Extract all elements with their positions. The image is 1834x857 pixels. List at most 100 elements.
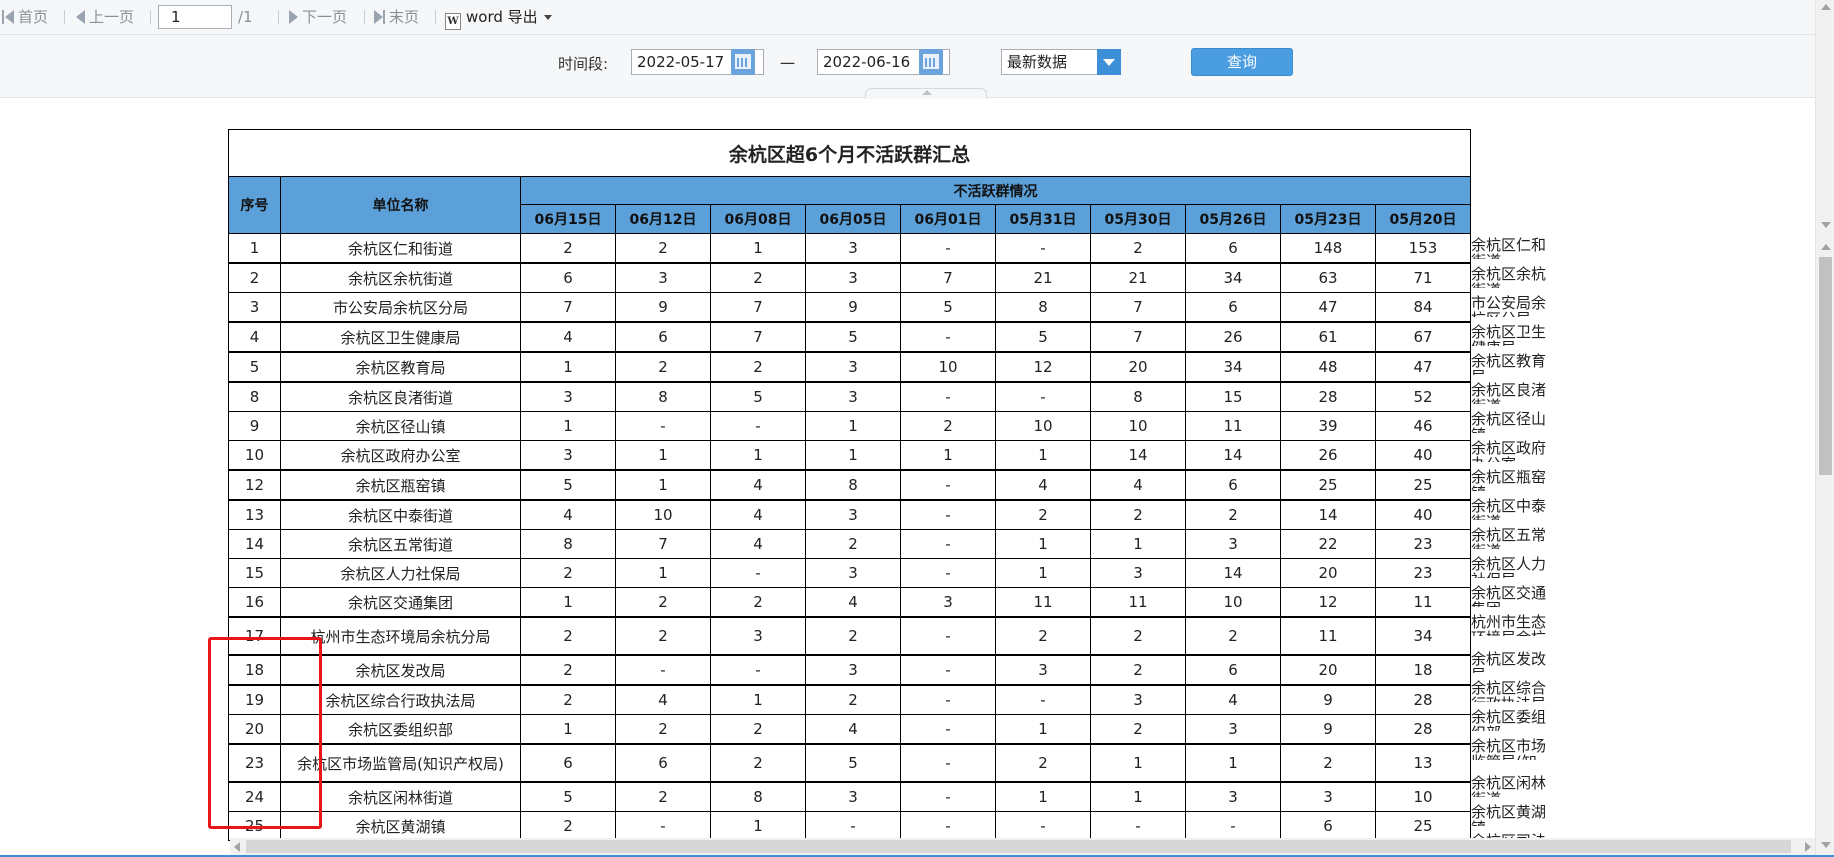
count-cell: 1 bbox=[520, 351, 616, 383]
count-cell: 3 bbox=[710, 616, 806, 656]
count-cell: 7 bbox=[900, 262, 996, 293]
count-cell: 3 bbox=[805, 381, 901, 412]
scroll-down-icon[interactable] bbox=[1821, 842, 1831, 848]
count-cell: - bbox=[995, 684, 1091, 715]
count-cell: 4 bbox=[710, 499, 806, 530]
dropdown-arrow-icon[interactable] bbox=[1097, 49, 1121, 75]
count-cell: 25 bbox=[1280, 469, 1376, 501]
count-cell: 4 bbox=[710, 469, 806, 501]
horizontal-scroll-thumb[interactable] bbox=[246, 840, 1791, 853]
table-row: 5 余杭区教育局 1 2 2 3 10 12 20 34 48 47 bbox=[228, 351, 1471, 383]
count-cell: 4 bbox=[805, 714, 901, 745]
count-cell: 1 bbox=[520, 714, 616, 745]
count-cell: 6 bbox=[615, 743, 711, 783]
table-row: 8 余杭区良渚街道 3 8 5 3- -8 15 28 52 bbox=[228, 381, 1471, 412]
word-export-button[interactable]: Wword 导出 bbox=[445, 7, 552, 30]
count-cell: 34 bbox=[1185, 351, 1281, 383]
data-type-select[interactable]: 最新数据 bbox=[1001, 49, 1103, 75]
count-cell: 28 bbox=[1375, 684, 1471, 715]
count-cell: 2 bbox=[520, 811, 616, 841]
column-header-unit: 单位名称 bbox=[280, 176, 521, 234]
count-cell: 2 bbox=[1185, 499, 1281, 530]
count-cell: 52 bbox=[1375, 381, 1471, 412]
row-index-cell: 14 bbox=[228, 529, 281, 559]
scroll-up-icon[interactable] bbox=[1821, 4, 1831, 10]
count-cell: 2 bbox=[615, 714, 711, 745]
count-cell: 1 bbox=[520, 411, 616, 441]
count-cell: 25 bbox=[1375, 469, 1471, 501]
count-cell: 2 bbox=[710, 587, 806, 618]
count-cell: 10 bbox=[1375, 781, 1471, 812]
first-page-button[interactable]: 首页 bbox=[2, 7, 48, 27]
column-group-header: 不活跃群情况 bbox=[520, 176, 1471, 205]
count-cell: 8 bbox=[805, 469, 901, 501]
unit-name-cell: 余杭区市场监管局(知识产权局) bbox=[280, 743, 521, 783]
count-cell: 1 bbox=[1090, 529, 1186, 559]
next-page-button[interactable]: 下一页 bbox=[289, 7, 347, 27]
table-row: 14 余杭区五常街道 8 7 4 2-1 1 3 22 23 bbox=[228, 529, 1471, 559]
count-cell: 3 bbox=[520, 381, 616, 412]
count-cell: - bbox=[805, 811, 901, 841]
scroll-left-icon[interactable] bbox=[234, 842, 240, 852]
overflow-unit-name: 杭州市生态环境局余杭分局 bbox=[1471, 614, 1547, 636]
count-cell: 23 bbox=[1375, 529, 1471, 559]
count-cell: 10 bbox=[995, 411, 1091, 441]
count-cell: - bbox=[900, 616, 996, 656]
overflow-unit-name: 余杭区五常街道 bbox=[1471, 527, 1547, 549]
toolbar-divider bbox=[64, 10, 65, 24]
count-cell: 28 bbox=[1280, 381, 1376, 412]
count-cell: 1 bbox=[995, 558, 1091, 588]
count-cell: 2 bbox=[520, 684, 616, 715]
row-index-cell: 19 bbox=[228, 684, 281, 715]
count-cell: 10 bbox=[1185, 587, 1281, 618]
table-row: 15 余杭区人力社保局 2 1-3-1 3 14 20 23 bbox=[228, 558, 1471, 588]
collapse-filter-toggle[interactable] bbox=[865, 88, 987, 99]
count-cell: 11 bbox=[1280, 616, 1376, 656]
row-index-cell: 16 bbox=[228, 587, 281, 618]
scroll-right-icon[interactable] bbox=[1805, 842, 1811, 852]
column-header-date: 05月20日 bbox=[1375, 204, 1471, 234]
toolbar-divider bbox=[364, 10, 365, 24]
count-cell: 1 bbox=[615, 440, 711, 471]
prev-page-button[interactable]: 上一页 bbox=[76, 7, 134, 27]
page-total: /1 bbox=[238, 8, 253, 26]
count-cell: 14 bbox=[1280, 499, 1376, 530]
table-row: 19 余杭区综合行政执法局 2 4 1 2- -3 4 9 28 bbox=[228, 684, 1471, 715]
table-row: 16 余杭区交通集团 1 2 2 4 3 11 11 10 12 11 bbox=[228, 587, 1471, 618]
end-calendar-icon[interactable] bbox=[919, 49, 943, 75]
first-page-icon bbox=[2, 10, 4, 24]
count-cell: 1 bbox=[520, 587, 616, 618]
vertical-scroll-thumb[interactable] bbox=[1819, 257, 1832, 475]
unit-name-cell: 余杭区委组织部 bbox=[280, 714, 521, 745]
count-cell: 1 bbox=[615, 469, 711, 501]
row-index-cell: 8 bbox=[228, 381, 281, 412]
row-index-cell: 4 bbox=[228, 321, 281, 353]
scroll-down-icon[interactable] bbox=[1821, 222, 1831, 228]
count-cell: - bbox=[710, 558, 806, 588]
count-cell: 2 bbox=[805, 529, 901, 559]
unit-name-cell: 余杭区仁和街道 bbox=[280, 233, 521, 264]
table-row: 12 余杭区瓶窑镇 5 1 4 8-4 4 6 25 25 bbox=[228, 469, 1471, 501]
table-row: 23 余杭区市场监管局(知识产权局) 6 6 2 5-2 1 1 2 13 bbox=[228, 743, 1471, 783]
page-number-input[interactable] bbox=[158, 5, 232, 29]
count-cell: 9 bbox=[1280, 684, 1376, 715]
count-cell: 11 bbox=[995, 587, 1091, 618]
column-header-date: 05月26日 bbox=[1185, 204, 1281, 234]
count-cell: 39 bbox=[1280, 411, 1376, 441]
horizontal-scrollbar[interactable] bbox=[230, 838, 1815, 855]
row-index-cell: 15 bbox=[228, 558, 281, 588]
count-cell: 7 bbox=[710, 292, 806, 323]
last-page-button[interactable]: 末页 bbox=[374, 7, 419, 27]
count-cell: 4 bbox=[615, 684, 711, 715]
count-cell: 8 bbox=[710, 781, 806, 812]
count-cell: 2 bbox=[615, 351, 711, 383]
overflow-unit-name: 市公安局余杭区分局 bbox=[1471, 295, 1547, 317]
count-cell: 26 bbox=[1280, 440, 1376, 471]
column-header-date: 06月12日 bbox=[615, 204, 711, 234]
start-calendar-icon[interactable] bbox=[731, 49, 755, 75]
query-button[interactable]: 查询 bbox=[1191, 48, 1293, 76]
scroll-up-icon[interactable] bbox=[1821, 244, 1831, 250]
vertical-scrollbar[interactable] bbox=[1815, 0, 1834, 857]
count-cell: 2 bbox=[805, 684, 901, 715]
row-index-cell: 13 bbox=[228, 499, 281, 530]
